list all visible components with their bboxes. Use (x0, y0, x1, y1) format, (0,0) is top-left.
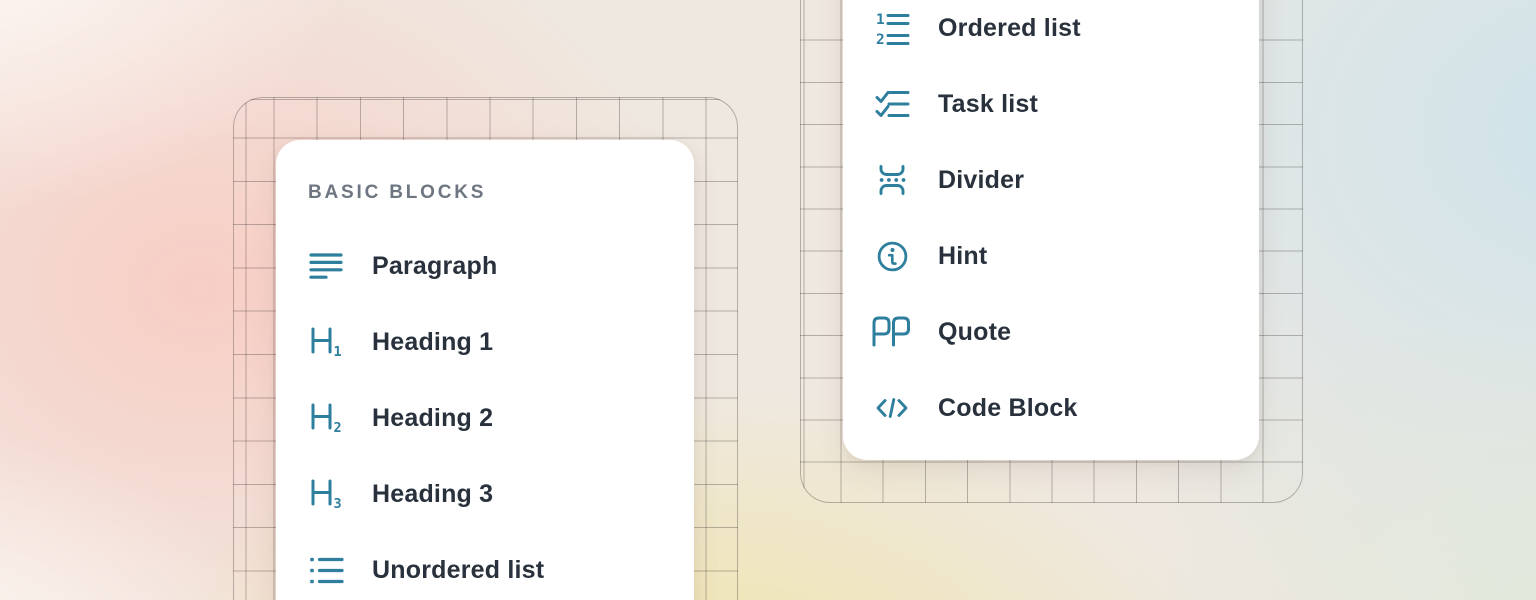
section-header: BASIC BLOCKS (308, 174, 694, 212)
illustration-canvas: BASIC BLOCKS Paragraph 1 Heading 1 2 Headi… (0, 0, 1536, 600)
hint-icon (872, 236, 912, 276)
code-block-icon (872, 388, 912, 428)
menu-item-divider[interactable]: Divider (872, 142, 1259, 218)
menu-item-label: Heading 2 (372, 404, 493, 433)
menu-item-label: Quote (938, 318, 1011, 347)
menu-item-label: Task list (938, 90, 1038, 119)
menu-item-label: Unordered list (372, 556, 544, 585)
more-blocks-menu-card: 1 2 Ordered list Task list Divider Hint Q… (843, 0, 1259, 460)
paragraph-icon (306, 246, 346, 286)
menu-item-heading-1[interactable]: 1 Heading 1 (306, 304, 694, 380)
menu-item-label: Heading 1 (372, 328, 493, 357)
heading-1-icon: 1 (306, 322, 346, 362)
menu-item-label: Paragraph (372, 252, 497, 281)
menu-item-label: Heading 3 (372, 480, 493, 509)
heading-3-icon: 3 (306, 474, 346, 514)
menu-item-heading-2[interactable]: 2 Heading 2 (306, 380, 694, 456)
menu-item-code-block[interactable]: Code Block (872, 370, 1259, 446)
svg-text:2: 2 (334, 420, 342, 436)
menu-item-task-list[interactable]: Task list (872, 66, 1259, 142)
svg-text:3: 3 (334, 496, 342, 512)
divider-icon (872, 160, 912, 200)
menu-item-paragraph[interactable]: Paragraph (306, 228, 694, 304)
menu-item-label: Ordered list (938, 14, 1081, 43)
menu-item-hint[interactable]: Hint (872, 218, 1259, 294)
unordered-list-icon (306, 550, 346, 590)
basic-blocks-menu-card: BASIC BLOCKS Paragraph 1 Heading 1 2 Headi… (276, 140, 694, 600)
svg-text:2: 2 (876, 32, 885, 48)
menu-item-label: Divider (938, 166, 1024, 195)
heading-2-icon: 2 (306, 398, 346, 438)
menu-item-unordered-list[interactable]: Unordered list (306, 532, 694, 600)
svg-text:1: 1 (876, 12, 885, 28)
basic-blocks-menu-list: Paragraph 1 Heading 1 2 Heading 2 3 Heading… (306, 228, 694, 600)
svg-text:1: 1 (334, 344, 342, 360)
ordered-list-icon: 1 2 (872, 8, 912, 48)
menu-item-label: Hint (938, 242, 987, 271)
menu-item-quote[interactable]: Quote (872, 294, 1259, 370)
more-blocks-menu-list: 1 2 Ordered list Task list Divider Hint Q… (872, 0, 1259, 446)
menu-item-label: Code Block (938, 394, 1078, 423)
task-list-icon (872, 84, 912, 124)
menu-item-heading-3[interactable]: 3 Heading 3 (306, 456, 694, 532)
quote-icon (872, 312, 912, 352)
menu-item-ordered-list[interactable]: 1 2 Ordered list (872, 0, 1259, 66)
